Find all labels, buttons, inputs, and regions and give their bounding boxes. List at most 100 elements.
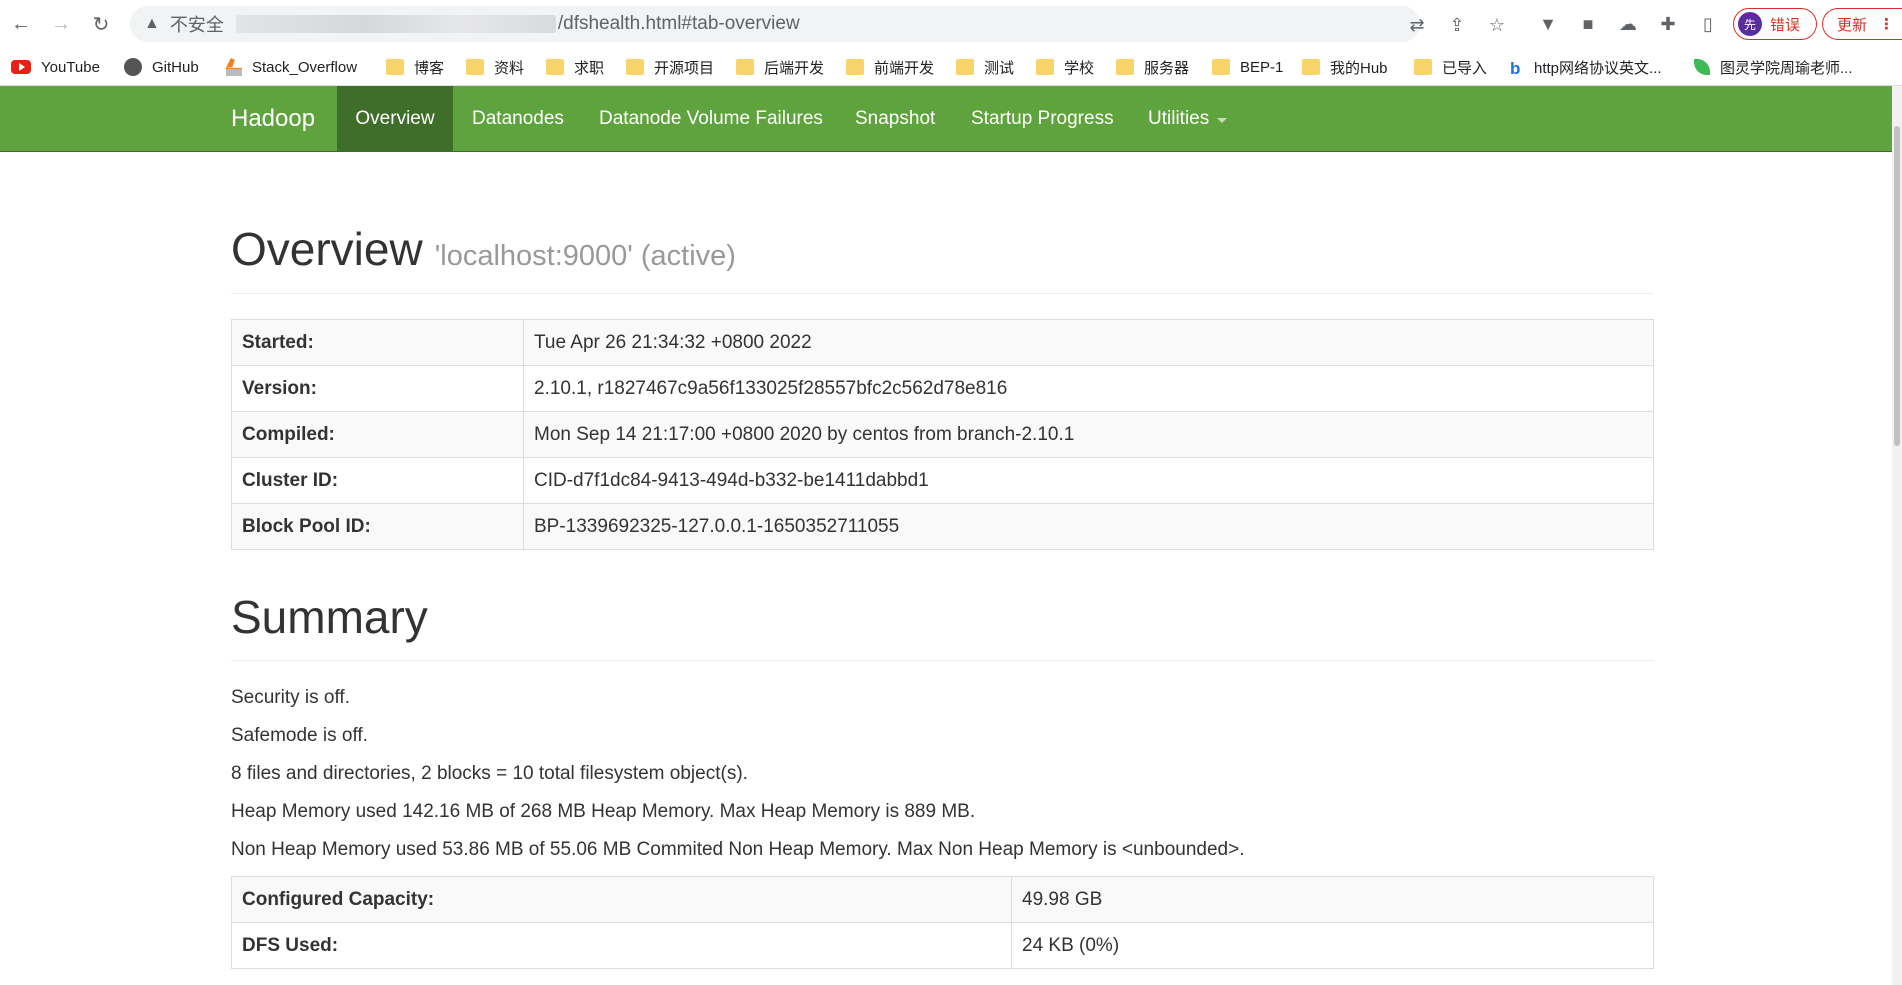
page-title: Overview <box>231 223 423 275</box>
row-label: Block Pool ID: <box>231 503 524 550</box>
folder-icon <box>1116 59 1134 75</box>
heap-memory: Heap Memory used 142.16 MB of 268 MB Hea… <box>231 801 976 822</box>
row-label: Cluster ID: <box>231 457 524 504</box>
more-menu-icon[interactable]: ⋮ <box>1879 15 1894 33</box>
folder-icon <box>1212 59 1230 75</box>
reload-icon[interactable]: ↻ <box>89 12 113 36</box>
bookmarks-bar: YouTube GitHub Stack_Overflow 博客 资料 求职 开… <box>0 48 1902 86</box>
bookmark-star-icon[interactable]: ☆ <box>1486 14 1508 36</box>
bookmark-label: GitHub <box>152 58 199 76</box>
tab-overview[interactable]: Overview <box>337 86 453 151</box>
bookmark-label: Stack_Overflow <box>252 58 358 76</box>
tab-startup-progress[interactable]: Startup Progress <box>952 86 1133 151</box>
bookmark-folder-school[interactable]: 学校 <box>1036 55 1094 79</box>
row-label: Configured Capacity: <box>231 876 1012 923</box>
row-value: 49.98 GB <box>1011 876 1654 923</box>
row-value: 2.10.1, r1827467c9a56f133025f28557bfc2c5… <box>523 365 1654 412</box>
bookmark-folder-jobs[interactable]: 求职 <box>546 55 604 79</box>
row-label: DFS Used: <box>231 922 1012 969</box>
bookmark-label: 图灵学院周瑜老师... <box>1720 59 1853 77</box>
profile-status: 错误 <box>1770 16 1801 34</box>
caret-down-icon <box>1217 118 1228 123</box>
tab-datanode-volume-failures[interactable]: Datanode Volume Failures <box>580 86 842 151</box>
capacity-table: Configured Capacity: 49.98 GB DFS Used: … <box>231 876 1654 969</box>
update-label: 更新 <box>1837 16 1868 34</box>
tampermonkey-icon[interactable]: ■ <box>1576 12 1600 36</box>
bookmark-folder-frontend[interactable]: 前端开发 <box>846 55 934 79</box>
bookmark-folder-testing[interactable]: 测试 <box>956 55 1014 79</box>
profile-button[interactable]: 先 错误 <box>1733 8 1817 40</box>
bookmark-folder-backend[interactable]: 后端开发 <box>736 55 824 79</box>
summary-lines: Security is off. Safemode is off. 8 file… <box>231 679 1654 869</box>
overview-table: Started: Tue Apr 26 21:34:32 +0800 2022 … <box>231 319 1654 550</box>
side-panel-icon[interactable]: ▯ <box>1696 12 1720 36</box>
bookmark-http-protocol[interactable]: b http网络协议英文... <box>1510 55 1662 79</box>
bookmark-label: 开源项目 <box>654 59 715 77</box>
translate-icon[interactable]: ⇄ <box>1406 14 1428 36</box>
avatar: 先 <box>1738 12 1762 36</box>
row-label: Version: <box>231 365 524 412</box>
tab-snapshot[interactable]: Snapshot <box>836 86 954 151</box>
bookmark-folder-server[interactable]: 服务器 <box>1116 55 1189 79</box>
warning-triangle-icon: ▲ <box>144 15 160 32</box>
folder-icon <box>1036 59 1054 75</box>
security-status: Security is off. <box>231 687 350 708</box>
address-bar[interactable]: ▲ 不安全 /dfshealth.html#tab-overview <box>130 6 1420 42</box>
bookmark-youtube[interactable]: YouTube <box>11 55 100 79</box>
bing-icon: b <box>1510 59 1521 78</box>
hadoop-navbar: Hadoop Overview Datanodes Datanode Volum… <box>0 86 1892 152</box>
bookmark-label: 服务器 <box>1144 59 1190 77</box>
page-scrollbar[interactable] <box>1892 86 1902 985</box>
folder-icon <box>736 59 754 75</box>
row-value: Mon Sep 14 21:17:00 +0800 2020 by centos… <box>523 411 1654 458</box>
share-icon[interactable]: ⇪ <box>1446 14 1468 36</box>
row-label: Started: <box>231 319 524 366</box>
bookmark-folder-imported[interactable]: 已导入 <box>1414 55 1487 79</box>
bookmark-label: http网络协议英文... <box>1534 59 1662 77</box>
bookmark-label: BEP-1 <box>1240 58 1284 76</box>
extensions-puzzle-icon[interactable]: ✚ <box>1656 12 1680 36</box>
tab-datanodes[interactable]: Datanodes <box>453 86 583 151</box>
brand-logo[interactable]: Hadoop <box>231 86 315 152</box>
row-value: Tue Apr 26 21:34:32 +0800 2022 <box>523 319 1654 366</box>
tab-utilities[interactable]: Utilities <box>1129 86 1246 151</box>
leaf-icon <box>1694 59 1710 75</box>
folder-icon <box>956 59 974 75</box>
bookmark-label: 资料 <box>494 59 525 77</box>
bookmark-folder-bep1[interactable]: BEP-1 <box>1212 55 1283 79</box>
table-row: Started: Tue Apr 26 21:34:32 +0800 2022 <box>231 319 1654 366</box>
table-row: Cluster ID: CID-d7f1dc84-9413-494d-b332-… <box>231 457 1654 504</box>
row-value: CID-d7f1dc84-9413-494d-b332-be1411dabbd1 <box>523 457 1654 504</box>
bookmark-label: 后端开发 <box>764 59 825 77</box>
table-row: DFS Used: 24 KB (0%) <box>231 922 1654 969</box>
bookmark-folder-materials[interactable]: 资料 <box>466 55 524 79</box>
table-row: Compiled: Mon Sep 14 21:17:00 +0800 2020… <box>231 411 1654 458</box>
security-label: 不安全 <box>169 15 224 35</box>
overview-header: Overview 'localhost:9000' (active) <box>231 226 1654 294</box>
bookmark-label: YouTube <box>41 58 100 76</box>
bookmark-folder-my-hub[interactable]: 我的Hub <box>1302 55 1388 79</box>
youtube-icon <box>11 60 31 74</box>
bookmark-label: 博客 <box>414 59 445 77</box>
stackoverflow-icon <box>226 58 242 76</box>
url-path: /dfshealth.html#tab-overview <box>557 13 800 34</box>
row-value: BP-1339692325-127.0.0.1-1650352711055 <box>523 503 1654 550</box>
bookmark-github[interactable]: GitHub <box>124 55 199 79</box>
folder-icon <box>1414 59 1432 75</box>
forward-arrow-icon[interactable]: → <box>49 12 73 36</box>
bookmark-folder-open-source[interactable]: 开源项目 <box>626 55 714 79</box>
row-label: Compiled: <box>231 411 524 458</box>
bookmark-stack-overflow[interactable]: Stack_Overflow <box>226 55 357 79</box>
cloud-sync-icon[interactable]: ☁ <box>1616 12 1640 36</box>
vue-devtools-icon[interactable]: ▼ <box>1536 12 1560 36</box>
namenode-address: 'localhost:9000' (active) <box>434 240 736 272</box>
scrollbar-thumb[interactable] <box>1894 126 1900 446</box>
update-button[interactable]: 更新 ⋮ <box>1822 8 1902 40</box>
utilities-label: Utilities <box>1148 107 1210 129</box>
folder-icon <box>846 59 864 75</box>
browser-toolbar: ← → ↻ ▲ 不安全 /dfshealth.html#tab-overview… <box>0 0 1902 48</box>
bookmark-tuling[interactable]: 图灵学院周瑜老师... <box>1694 55 1853 79</box>
back-arrow-icon[interactable]: ← <box>9 12 33 36</box>
bookmark-folder-blog[interactable]: 博客 <box>386 55 444 79</box>
table-row: Version: 2.10.1, r1827467c9a56f133025f28… <box>231 365 1654 412</box>
